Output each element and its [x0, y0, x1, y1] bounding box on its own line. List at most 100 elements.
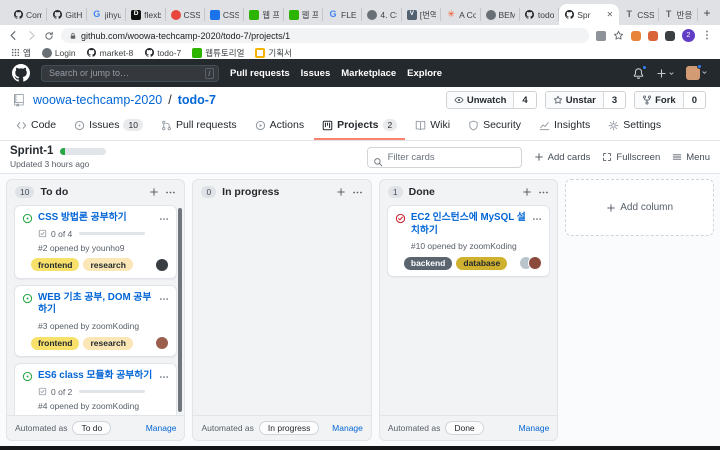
browser-tab-4[interactable]: CSS 리: [166, 4, 206, 25]
filter-cards-input[interactable]: [366, 146, 522, 168]
bookmark-item-3[interactable]: todo-7: [144, 48, 181, 58]
tab-wiki[interactable]: Wiki: [407, 119, 458, 140]
card-title-link[interactable]: WEB 기초 공부, DOM 공부하기: [38, 292, 154, 317]
unstar-button[interactable]: Unstar 3: [544, 91, 627, 109]
browser-tab-2[interactable]: Gjihyun: [87, 4, 127, 25]
browser-tab-3[interactable]: Dflexbo: [126, 4, 166, 25]
add-cards-button[interactable]: Add cards: [534, 152, 590, 163]
browser-tab-16[interactable]: T 반응형: [659, 4, 699, 25]
tab-code[interactable]: Code: [8, 119, 64, 140]
browser-tab-14[interactable]: Spr ✕: [559, 4, 620, 25]
user-menu[interactable]: [686, 64, 708, 82]
repo-owner-link[interactable]: woowa-techcamp-2020: [33, 93, 162, 107]
unwatch-button[interactable]: Unwatch 4: [445, 91, 537, 109]
header-nav-marketplace[interactable]: Marketplace: [341, 68, 396, 79]
label-research[interactable]: research: [83, 336, 133, 350]
bookmark-item-1[interactable]: Login: [41, 47, 76, 58]
browser-tab-8[interactable]: G FLEX: [323, 4, 363, 25]
fork-button[interactable]: Fork 0: [634, 91, 706, 109]
card-menu-icon[interactable]: [159, 372, 169, 382]
forward-icon[interactable]: [26, 30, 37, 41]
github-logo-icon[interactable]: [12, 64, 30, 82]
card-title-link[interactable]: EC2 인스턴스에 MySQL 설치하기: [411, 212, 527, 237]
assignee-avatar[interactable]: [528, 256, 543, 271]
add-card-icon[interactable]: [149, 187, 159, 197]
tab-security[interactable]: Security: [460, 119, 529, 140]
create-new-button[interactable]: [656, 68, 675, 79]
project-card[interactable]: CSS 방법론 공부하기 0 of 4 #2 opened by younho9 fr…: [14, 205, 178, 279]
column-menu-icon[interactable]: [538, 187, 549, 198]
tab-issues[interactable]: Issues 10: [66, 119, 151, 140]
tab-actions[interactable]: Actions: [247, 119, 312, 140]
column-menu-icon[interactable]: [352, 187, 363, 198]
unwatch-count[interactable]: 4: [514, 92, 536, 108]
extension-icon[interactable]: [648, 30, 658, 41]
chrome-menu-icon[interactable]: ⋮: [702, 30, 712, 41]
project-title: Sprint-1: [10, 145, 54, 157]
project-card[interactable]: WEB 기초 공부, DOM 공부하기 #3 opened by zoomKodi…: [14, 284, 178, 358]
menu-button[interactable]: Menu: [672, 152, 710, 163]
manage-link[interactable]: Manage: [519, 423, 550, 433]
bookmark-item-4[interactable]: 웹튜토리얼: [192, 47, 244, 59]
browser-tab-1[interactable]: GitHub: [47, 4, 88, 25]
card-title-link[interactable]: ES6 class 모듈화 공부하기: [38, 370, 154, 383]
column-scrollbar[interactable]: [178, 208, 183, 412]
browser-tab-10[interactable]: V[번역]: [402, 4, 442, 25]
label-research[interactable]: research: [83, 258, 133, 272]
card-menu-icon[interactable]: [159, 294, 169, 304]
bookmark-item-2[interactable]: market-8: [87, 48, 133, 58]
extension-icon[interactable]: [596, 30, 606, 41]
browser-tab-5[interactable]: CSS /: [205, 4, 245, 25]
label-frontend[interactable]: frontend: [31, 258, 80, 272]
header-nav-explore[interactable]: Explore: [407, 68, 442, 79]
assignee-avatar[interactable]: [155, 336, 170, 351]
column-menu-icon[interactable]: [165, 187, 176, 198]
browser-tab-12[interactable]: BEM: [481, 4, 521, 25]
repo-name-link[interactable]: todo-7: [178, 93, 216, 107]
tab-settings[interactable]: Settings: [600, 119, 669, 140]
card-menu-icon[interactable]: [159, 214, 169, 224]
back-icon[interactable]: [8, 30, 19, 41]
browser-tab-15[interactable]: T CSS -: [619, 4, 660, 25]
browser-tab-6[interactable]: 웹 프로: [244, 4, 285, 25]
tab-projects[interactable]: Projects 2: [314, 119, 406, 140]
project-card[interactable]: ES6 class 모듈화 공부하기 0 of 2 #4 opened by zoo…: [14, 363, 178, 415]
avatar-dot: [697, 64, 702, 69]
tab-pull-requests[interactable]: Pull requests: [153, 119, 245, 140]
header-nav-pull-requests[interactable]: Pull requests: [230, 68, 290, 79]
bookmark-item-5[interactable]: 기획서: [255, 47, 292, 59]
bookmark-star-icon[interactable]: [613, 30, 624, 41]
browser-tab-9[interactable]: 4. CSS: [362, 4, 403, 25]
assignee-avatar[interactable]: [155, 257, 170, 272]
manage-link[interactable]: Manage: [332, 423, 363, 433]
search-input[interactable]: [41, 64, 219, 82]
bookmark-item-0[interactable]: 앱: [10, 47, 31, 59]
notifications-bell-icon[interactable]: [632, 64, 647, 80]
add-card-icon[interactable]: [522, 187, 532, 197]
tab-close-icon[interactable]: ✕: [606, 10, 615, 19]
reload-icon[interactable]: [44, 31, 54, 41]
new-tab-button[interactable]: +: [698, 4, 716, 22]
browser-tab-0[interactable]: Comp: [8, 4, 48, 25]
label-backend[interactable]: backend: [403, 256, 453, 270]
tab-insights[interactable]: Insights: [531, 119, 598, 140]
unstar-count[interactable]: 3: [603, 92, 626, 108]
extensions-puzzle-icon[interactable]: [665, 30, 675, 41]
browser-profile-avatar[interactable]: 2: [682, 29, 695, 42]
fullscreen-button[interactable]: Fullscreen: [602, 152, 660, 163]
label-frontend[interactable]: frontend: [31, 336, 80, 350]
browser-tab-13[interactable]: todo-: [520, 4, 560, 25]
project-card[interactable]: EC2 인스턴스에 MySQL 설치하기 #10 opened by zoomKo…: [386, 205, 551, 278]
fork-count[interactable]: 0: [683, 92, 705, 108]
header-nav-issues[interactable]: Issues: [301, 68, 331, 79]
browser-tab-11[interactable]: ✳ A Com: [441, 4, 481, 25]
browser-tab-7[interactable]: 웹 프로: [284, 4, 324, 25]
url-bar[interactable]: github.com/woowa-techcamp-2020/todo-7/pr…: [61, 28, 589, 43]
add-card-icon[interactable]: [336, 187, 346, 197]
manage-link[interactable]: Manage: [146, 423, 177, 433]
label-database[interactable]: database: [456, 256, 508, 270]
add-column-button[interactable]: Add column: [565, 179, 715, 236]
card-menu-icon[interactable]: [532, 214, 542, 224]
extension-icon[interactable]: [631, 30, 641, 41]
card-title-link[interactable]: CSS 방법론 공부하기: [38, 212, 154, 225]
